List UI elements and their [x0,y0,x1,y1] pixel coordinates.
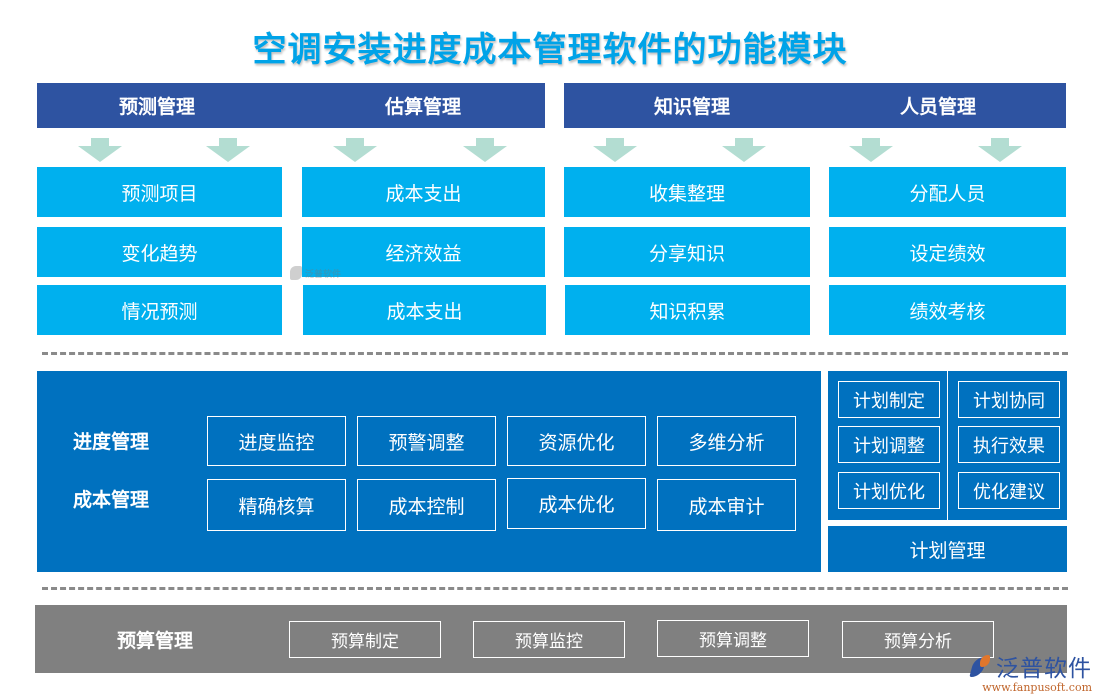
header-bar-right: 知识管理 人员管理 [564,83,1066,128]
arrow-down-icon [206,138,250,162]
item-change-trend: 变化趋势 [37,227,282,277]
arrow-down-icon [333,138,377,162]
item-collect-organize: 收集整理 [564,167,810,217]
arrow-down-icon [78,138,122,162]
item-plan-collaborate: 计划协同 [958,381,1060,418]
plan-column-right: 计划协同 执行效果 优化建议 [948,371,1067,520]
item-resource-optimize: 资源优化 [507,416,646,466]
item-budget-adjust: 预算调整 [657,620,809,657]
item-forecast-project: 预测项目 [37,167,282,217]
item-cost-audit: 成本审计 [657,479,796,531]
item-share-knowledge: 分享知识 [564,227,810,277]
fanpu-logo-icon [290,266,302,280]
item-knowledge-accumulate: 知识积累 [565,285,810,335]
arrow-down-icon [593,138,637,162]
item-plan-optimize: 计划优化 [838,472,940,509]
arrow-down-icon [849,138,893,162]
header-knowledge: 知识管理 [653,96,730,118]
item-situation-forecast: 情况预测 [37,285,282,335]
item-cost-expense-2: 成本支出 [303,285,546,335]
item-execution-effect: 执行效果 [958,426,1060,463]
watermark: 泛普软件 [290,266,341,280]
arrow-down-icon [463,138,507,162]
item-set-performance: 设定绩效 [829,227,1066,277]
fanpu-logo-icon [969,655,992,677]
divider-top [42,352,1068,355]
item-precise-accounting: 精确核算 [207,479,346,531]
item-plan-adjust: 计划调整 [838,426,940,463]
item-warning-adjust: 预警调整 [357,416,496,466]
arrow-down-icon [722,138,766,162]
item-cost-optimize: 成本优化 [507,478,646,529]
item-cost-control: 成本控制 [357,479,496,531]
item-optimize-suggest: 优化建议 [958,472,1060,509]
brand-name: 泛普软件 [996,656,1092,682]
header-bar-left: 预测管理 估算管理 [37,83,545,128]
brand-watermark: 泛普软件 www.fanpusoft.com [969,649,1092,694]
item-multidim-analysis: 多维分析 [657,416,796,466]
item-plan-create: 计划制定 [838,381,940,418]
arrow-down-icon [978,138,1022,162]
label-progress-management: 进度管理 [73,431,150,453]
header-forecast: 预测管理 [118,96,195,118]
item-budget-monitor: 预算监控 [473,621,625,658]
item-performance-review: 绩效考核 [829,285,1066,335]
label-budget-management: 预算管理 [117,630,194,652]
item-progress-monitor: 进度监控 [207,416,346,466]
item-cost-expense: 成本支出 [302,167,545,217]
header-estimate: 估算管理 [384,96,461,118]
label-cost-management: 成本管理 [73,489,150,511]
plan-column-left: 计划制定 计划调整 计划优化 [828,371,947,520]
item-budget-create: 预算制定 [289,621,441,658]
progress-cost-panel: 进度管理 成本管理 进度监控 预警调整 资源优化 多维分析 精确核算 成本控制 … [37,371,821,572]
divider-bottom [42,587,1068,590]
budget-panel: 预算管理 预算制定 预算监控 预算调整 预算分析 [35,605,1067,673]
brand-url: www.fanpusoft.com [982,681,1092,694]
plan-management-label: 计划管理 [828,526,1067,572]
item-assign-personnel: 分配人员 [829,167,1066,217]
page-title: 空调安装进度成本管理软件的功能模块 [252,30,848,70]
header-personnel: 人员管理 [899,96,976,118]
